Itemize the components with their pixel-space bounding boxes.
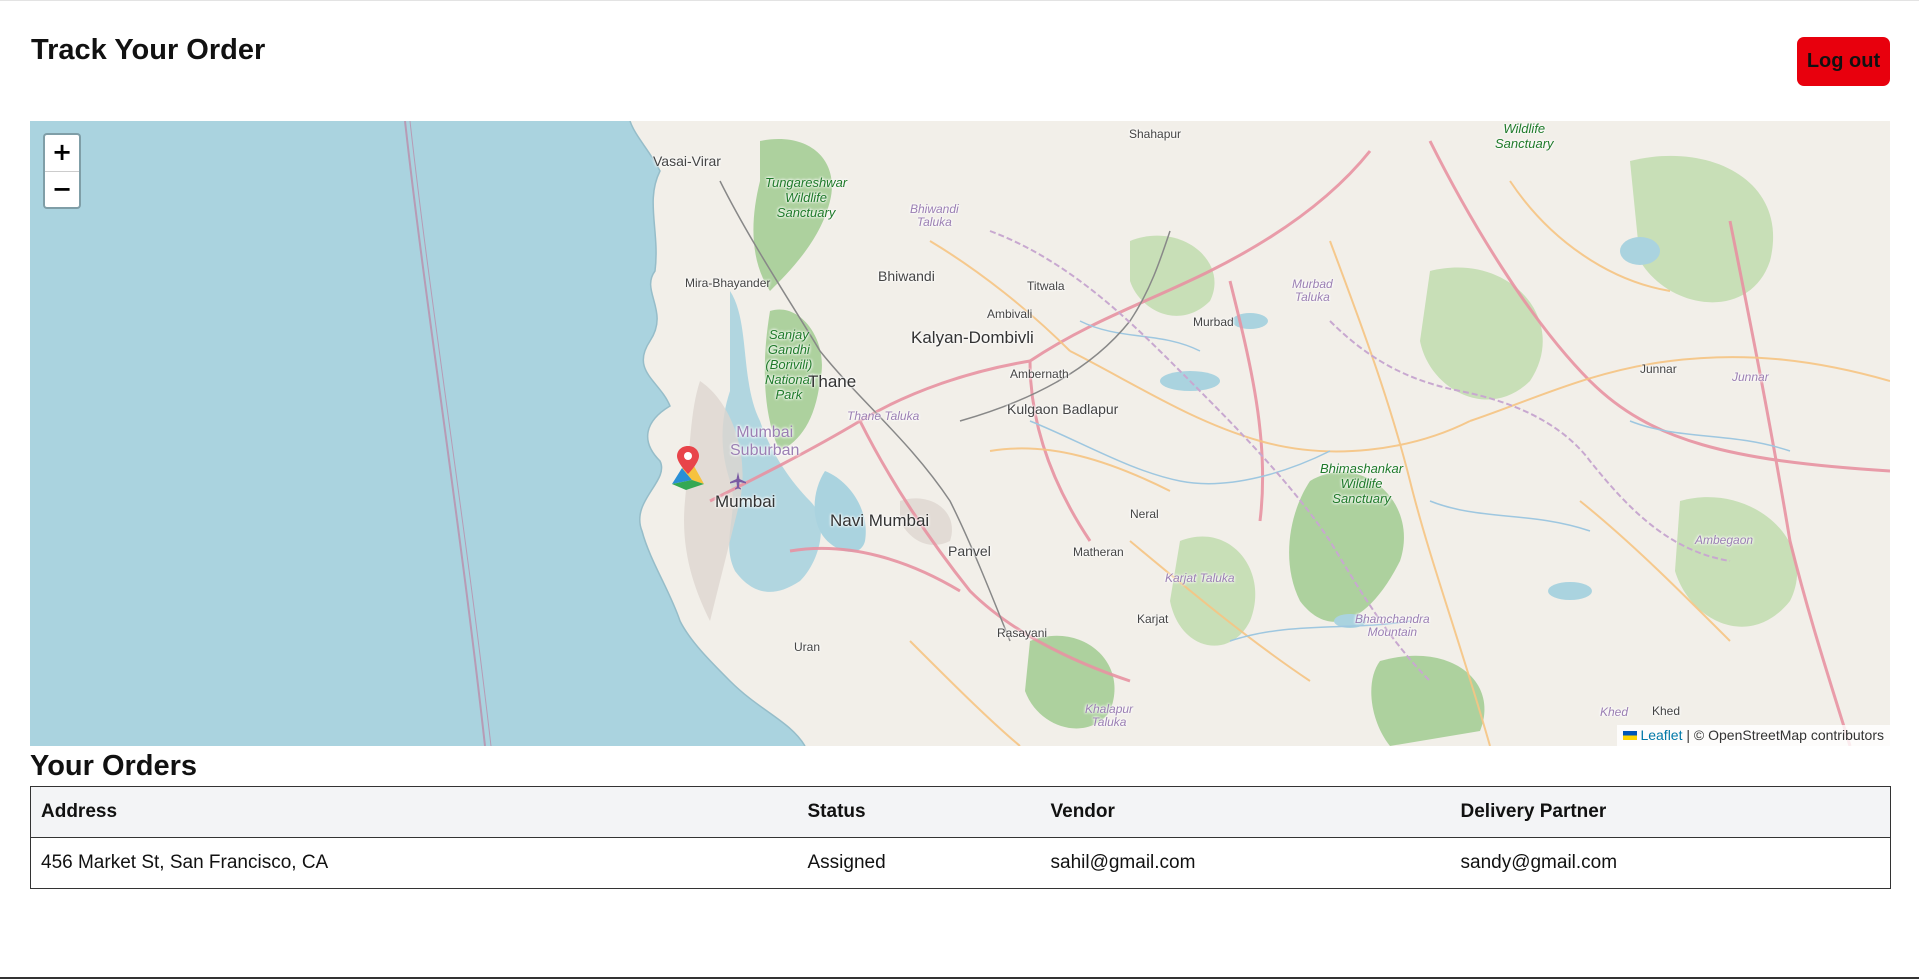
map-tiles[interactable]	[30, 121, 1890, 746]
zoom-in-button[interactable]: +	[45, 135, 79, 172]
map-attribution: Leaflet | © OpenStreetMap contributors	[1617, 725, 1890, 746]
column-header-vendor: Vendor	[1050, 801, 1115, 822]
order-tracking-map[interactable]: Vasai-Virar Tungareshwar Wildlife Sanctu…	[30, 121, 1890, 746]
column-header-status: Status	[807, 801, 866, 822]
orders-table: Address Status Vendor Delivery Partner 4…	[30, 786, 1891, 889]
order-status-cell: Assigned	[807, 852, 886, 873]
order-vendor-cell: sahil@gmail.com	[1050, 852, 1196, 873]
leaflet-link[interactable]: Leaflet	[1640, 727, 1682, 743]
column-header-delivery-partner: Delivery Partner	[1460, 801, 1607, 822]
order-delivery-partner-cell: sandy@gmail.com	[1460, 852, 1618, 873]
page-title: Track Your Order	[31, 34, 266, 66]
zoom-out-button[interactable]: −	[45, 172, 79, 208]
column-header-address: Address	[41, 801, 118, 822]
ukraine-flag-icon	[1623, 731, 1638, 740]
airport-icon	[730, 472, 746, 490]
logout-button[interactable]: Log out	[1797, 37, 1890, 86]
order-location-marker-icon[interactable]	[668, 444, 708, 492]
orders-heading: Your Orders	[30, 750, 198, 782]
table-row[interactable]: 456 Market St, San Francisco, CA Assigne…	[30, 837, 1891, 889]
orders-table-header-row: Address Status Vendor Delivery Partner	[30, 786, 1891, 838]
osm-attribution-text: | © OpenStreetMap contributors	[1682, 727, 1884, 743]
order-address-cell: 456 Market St, San Francisco, CA	[41, 852, 329, 873]
top-divider	[0, 0, 1919, 1]
zoom-control: + −	[43, 133, 81, 209]
